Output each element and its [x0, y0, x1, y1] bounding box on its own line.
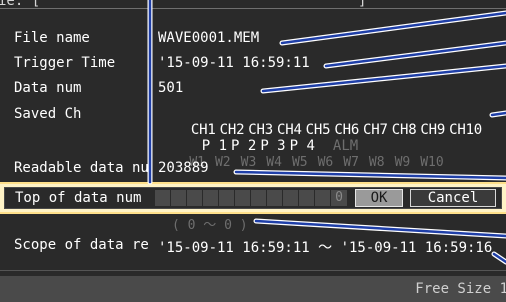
digit-cell	[283, 190, 298, 206]
file-name-value: WAVE0001.MEM	[158, 30, 260, 46]
readable-data-label: Readable data nu	[14, 160, 149, 176]
channel-ch8: CH8	[391, 122, 417, 138]
digit-cell	[315, 190, 330, 206]
digit-cell	[267, 190, 282, 206]
waveform-w8: W8	[368, 155, 385, 170]
bottom-divider	[0, 270, 506, 271]
ok-button[interactable]: OK	[355, 189, 403, 207]
header-strip: ie: [ ]	[0, 0, 506, 9]
label-divider	[150, 10, 151, 182]
header-right-text: ]	[358, 0, 367, 9]
readable-data-value: 203889	[158, 160, 209, 176]
edit-bar-inner: Top of data num 0 OK Cancel	[4, 187, 502, 209]
waveform-w7: W7	[343, 155, 359, 170]
top-of-data-input[interactable]: 0	[155, 190, 351, 206]
digit-cell	[299, 190, 314, 206]
digit-cell	[235, 190, 250, 206]
range-hint: ( 0 ～ 0 )	[172, 218, 248, 233]
digit-cell	[251, 190, 266, 206]
scope-label: Scope of data re	[14, 237, 149, 253]
waveform-w5: W5	[291, 155, 308, 170]
callout-file-name	[280, 11, 506, 45]
memory-file-info-screen: ie: [ ] File name WAVE0001.MEM Trigger T…	[0, 0, 506, 302]
digit-cell	[187, 190, 202, 206]
callout-trigger-time	[324, 41, 506, 68]
data-num-value: 501	[158, 80, 184, 96]
data-num-label: Data num	[14, 80, 82, 96]
trigger-time-value: '15-09-11 16:59:11	[158, 55, 310, 71]
status-bar: Free Size 1	[0, 276, 506, 302]
cancel-button[interactable]: Cancel	[410, 189, 496, 207]
digit-cell	[203, 190, 218, 206]
header-left-text: ie: [	[0, 0, 41, 9]
digit-cell	[155, 190, 170, 206]
top-of-data-label: Top of data num	[15, 190, 142, 206]
waveform-w4: W4	[266, 155, 282, 170]
callout-saved-ch	[490, 111, 506, 117]
scope-value: '15-09-11 16:59:11 ～ '15-09-11 16:59:16	[158, 240, 493, 256]
free-size-text: Free Size 1	[415, 281, 506, 297]
saved-ch-label: Saved Ch	[14, 106, 82, 122]
waveform-w3: W3	[240, 155, 257, 170]
waveform-w9: W9	[394, 155, 411, 170]
digit-value: 0	[331, 190, 347, 206]
digit-cell	[171, 190, 186, 206]
file-name-label: File name	[14, 30, 90, 46]
callout-scope	[492, 252, 506, 264]
waveform-w6: W6	[317, 155, 334, 170]
callout-range-hint	[254, 219, 506, 238]
waveform-w2: W2	[214, 155, 231, 170]
digit-cell	[219, 190, 234, 206]
trigger-time-label: Trigger Time	[14, 55, 116, 71]
channel-ch10: CH10	[449, 122, 483, 138]
waveform-w10: W10	[420, 155, 444, 170]
channel-ch7: CH7	[363, 122, 388, 138]
top-of-data-edit-bar: Top of data num 0 OK Cancel	[0, 182, 506, 214]
channel-ch9: CH9	[420, 122, 446, 138]
